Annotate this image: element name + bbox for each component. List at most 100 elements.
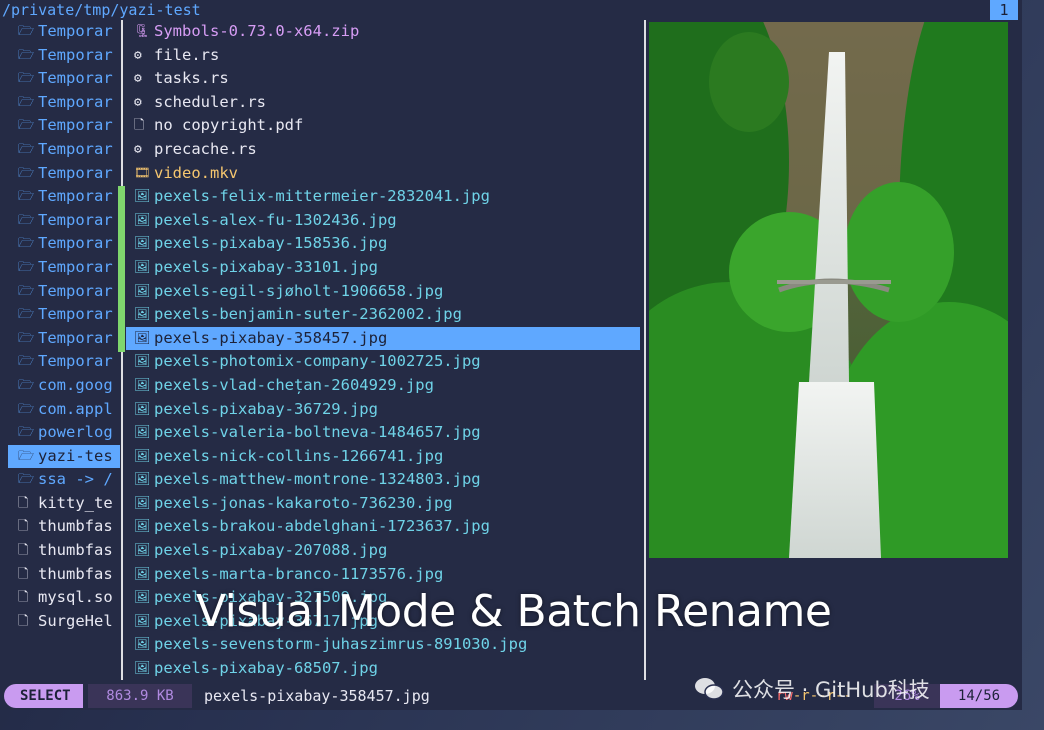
image-icon: 🖼 (134, 566, 151, 582)
current-path: /private/tmp/yazi-test (2, 1, 201, 19)
parent-item-label: Temporar (38, 187, 113, 206)
file-list-item[interactable]: ⚙ precache.rs (126, 138, 640, 162)
image-icon: 🖼 (134, 448, 151, 464)
image-icon: 🖼 (134, 543, 151, 559)
parent-folder-item[interactable]: 🗁 powerlog (8, 421, 120, 445)
folder-icon: 🗁 (18, 71, 35, 87)
file-list-item[interactable]: 🖼 pexels-nick-collins-1266741.jpg (126, 445, 640, 469)
parent-folder-item[interactable]: 🗁 Temporar (8, 91, 120, 115)
file-list-item[interactable]: 🖼 pexels-pixabay-68507.jpg (126, 657, 640, 681)
parent-item-label: Temporar (38, 281, 113, 300)
file-list-item[interactable]: 🖼 pexels-pixabay-158536.jpg (126, 232, 640, 256)
parent-folder-item[interactable]: 🗁 com.goog (8, 374, 120, 398)
parent-folder-item[interactable]: 🗁 Temporar (8, 350, 120, 374)
watermark: 公众号 · GitHub科技 (694, 674, 930, 704)
file-name: pexels-jonas-kakaroto-736230.jpg (154, 493, 453, 512)
folder-icon: 🗁 (18, 377, 35, 393)
file-list-item[interactable]: 🖼 pexels-benjamin-suter-2362002.jpg (126, 303, 640, 327)
hovered-filename: pexels-pixabay-358457.jpg (204, 687, 430, 705)
file-name: pexels-photomix-company-1002725.jpg (154, 352, 481, 371)
folder-icon: 🗁 (18, 94, 35, 110)
parent-item-label: ssa -> / (38, 470, 113, 489)
parent-folder-item[interactable]: 🗁 Temporar (8, 280, 120, 304)
parent-file-item[interactable]: 🗋 thumbfas (8, 539, 120, 563)
file-list-item[interactable]: 🖼 pexels-pixabay-358457.jpg (126, 326, 640, 351)
file-icon: 🗋 (18, 543, 29, 559)
parent-item-label: Temporar (38, 234, 113, 253)
file-list-item[interactable]: ⚙ scheduler.rs (126, 91, 640, 115)
file-list-item[interactable]: 🖼 pexels-pixabay-207088.jpg (126, 539, 640, 563)
file-list-item[interactable]: ⚙ file.rs (126, 44, 640, 68)
file-icon: 🗋 (18, 590, 29, 606)
file-list-item[interactable]: 🎞 video.mkv (126, 162, 640, 186)
image-icon: 🖼 (134, 637, 151, 653)
file-name: pexels-vlad-chețan-2604929.jpg (154, 375, 434, 394)
parent-file-item[interactable]: 🗋 SurgeHel (8, 610, 120, 634)
parent-folder-item[interactable]: 🗁 Temporar (8, 209, 120, 233)
parent-file-item[interactable]: 🗋 thumbfas (8, 515, 120, 539)
wechat-icon (695, 678, 724, 700)
file-list-item[interactable]: 🗜 Symbols-0.73.0-x64.zip (126, 20, 640, 44)
parent-folder-item[interactable]: 🗁 Temporar (8, 185, 120, 209)
parent-file-item[interactable]: 🗋 thumbfas (8, 563, 120, 587)
file-name: pexels-pixabay-358457.jpg (154, 328, 388, 347)
parent-folder-item[interactable]: 🗁 Temporar (8, 138, 120, 162)
folder-icon: 🗁 (18, 141, 35, 157)
folder-icon: 🗁 (18, 259, 35, 275)
parent-directory-pane: 🗁 Temporar 🗁 Temporar 🗁 Temporar 🗁 Temporar 🗁 Tem… (8, 20, 120, 633)
folder-icon: 🗁 (18, 189, 35, 205)
file-list-item[interactable]: 🖼 pexels-felix-mittermeier-2832041.jpg (126, 185, 640, 209)
parent-folder-item[interactable]: 🗁 Temporar (8, 232, 120, 256)
file-name: pexels-pixabay-207088.jpg (154, 541, 388, 560)
file-name: pexels-brakou-abdelghani-1723637.jpg (154, 517, 490, 536)
file-list-item[interactable]: 🖼 pexels-brakou-abdelghani-1723637.jpg (126, 515, 640, 539)
file-name: no copyright.pdf (154, 116, 304, 135)
file-list-item[interactable]: 🖼 pexels-pixabay-33101.jpg (126, 256, 640, 280)
file-name: pexels-matthew-montrone-1324803.jpg (154, 470, 481, 489)
folder-icon: 🗁 (18, 283, 35, 299)
file-list-item[interactable]: 🖼 pexels-jonas-kakaroto-736230.jpg (126, 492, 640, 516)
parent-folder-item[interactable]: 🗁 Temporar (8, 20, 120, 44)
file-list-item[interactable]: 🖼 pexels-pixabay-36729.jpg (126, 398, 640, 422)
image-icon: 🖼 (134, 330, 151, 346)
file-name: tasks.rs (154, 69, 229, 88)
parent-folder-item[interactable]: 🗁 com.appl (8, 398, 120, 422)
parent-folder-item[interactable]: 🗁 ssa -> / (8, 468, 120, 492)
file-list-item[interactable]: 🖼 pexels-photomix-company-1002725.jpg (126, 350, 640, 374)
file-name: pexels-valeria-boltneva-1484657.jpg (154, 423, 481, 442)
file-list-item[interactable]: 🖼 pexels-matthew-montrone-1324803.jpg (126, 468, 640, 492)
file-icon: 🗋 (18, 566, 29, 582)
parent-folder-item[interactable]: 🗁 yazi-tes (8, 444, 120, 469)
file-list-item[interactable]: 🖼 pexels-egil-sjøholt-1906658.jpg (126, 280, 640, 304)
parent-folder-item[interactable]: 🗁 Temporar (8, 327, 120, 351)
file-list-item[interactable]: 🗋 no copyright.pdf (126, 114, 640, 138)
parent-folder-item[interactable]: 🗁 Temporar (8, 303, 120, 327)
parent-folder-item[interactable]: 🗁 Temporar (8, 114, 120, 138)
parent-item-label: mysql.so (38, 588, 113, 607)
parent-file-item[interactable]: 🗋 kitty_te (8, 492, 120, 516)
parent-folder-item[interactable]: 🗁 Temporar (8, 67, 120, 91)
file-name: pexels-pixabay-33101.jpg (154, 257, 378, 276)
file-list-item[interactable]: 🖼 pexels-alex-fu-1302436.jpg (126, 209, 640, 233)
parent-folder-item[interactable]: 🗁 Temporar (8, 256, 120, 280)
file-list-item[interactable]: 🖼 pexels-vlad-chețan-2604929.jpg (126, 374, 640, 398)
file-list-item[interactable]: 🖼 pexels-marta-branco-1173576.jpg (126, 563, 640, 587)
folder-icon: 🗁 (18, 425, 35, 441)
parent-folder-item[interactable]: 🗁 Temporar (8, 162, 120, 186)
parent-item-label: Temporar (38, 257, 113, 276)
parent-item-label: Temporar (38, 305, 113, 324)
image-icon: 🖼 (134, 283, 151, 299)
parent-file-item[interactable]: 🗋 mysql.so (8, 586, 120, 610)
file-name: Symbols-0.73.0-x64.zip (154, 22, 360, 40)
file-name: pexels-pixabay-158536.jpg (154, 234, 388, 253)
file-name: video.mkv (154, 163, 238, 182)
file-list-item[interactable]: ⚙ tasks.rs (126, 67, 640, 91)
parent-item-label: com.appl (38, 399, 113, 418)
rust-icon: ⚙ (134, 94, 142, 110)
folder-icon: 🗁 (18, 354, 35, 370)
parent-folder-item[interactable]: 🗁 Temporar (8, 44, 120, 68)
waterfall-photo (649, 22, 1008, 558)
tab-indicator[interactable]: 1 (990, 0, 1018, 20)
rust-icon: ⚙ (134, 141, 142, 157)
file-list-item[interactable]: 🖼 pexels-valeria-boltneva-1484657.jpg (126, 421, 640, 445)
